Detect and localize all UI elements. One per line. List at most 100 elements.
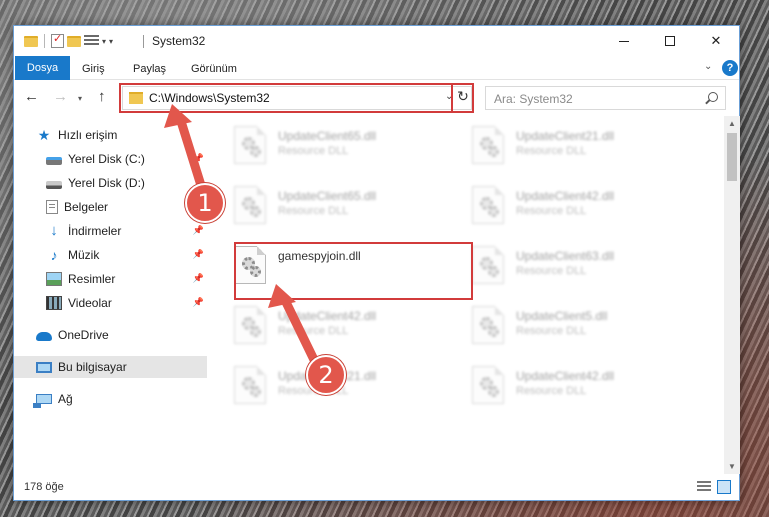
folder-icon[interactable] xyxy=(24,35,38,47)
file-item[interactable]: UpdateClient42.dll Resource DLL xyxy=(468,180,698,228)
help-icon[interactable]: ? xyxy=(722,60,738,76)
recent-locations-icon[interactable]: ▾ xyxy=(78,91,82,107)
search-placeholder: Ara: System32 xyxy=(494,92,573,106)
file-item[interactable]: UpdateClient63.dll Resource DLL xyxy=(468,240,698,288)
sidebar-item-network[interactable]: Ağ xyxy=(14,388,207,410)
refresh-icon[interactable]: ↻ xyxy=(455,87,471,105)
details-view-icon[interactable] xyxy=(697,481,711,493)
file-item[interactable]: UpdateClient5.dll Resource DLL xyxy=(468,300,698,348)
tab-file[interactable]: Dosya xyxy=(15,56,70,80)
sidebar-item-label: Hızlı erişim xyxy=(58,128,118,142)
back-arrow-icon[interactable]: ← xyxy=(24,89,39,105)
address-bar[interactable]: C:\Windows\System32 ⌄ xyxy=(122,86,472,110)
file-explorer-window: ▾ ▾ System32 ✕ Dosya Giriş Paylaş Görünü… xyxy=(13,25,740,501)
network-icon xyxy=(33,394,52,408)
star-icon: ★ xyxy=(37,127,51,143)
file-type: Resource DLL xyxy=(516,385,587,397)
sidebar-item-label: Bu bilgisayar xyxy=(58,360,127,374)
sidebar-item-quick-access[interactable]: ★ Hızlı erişim xyxy=(14,124,207,146)
file-name: UpdateClient21.dll xyxy=(516,129,615,143)
drive-icon xyxy=(46,180,62,189)
dll-file-icon xyxy=(472,366,504,404)
properties-icon[interactable] xyxy=(51,32,64,48)
sidebar-item-local-disk-d[interactable]: Yerel Disk (D:) xyxy=(14,172,207,194)
navigation-pane: ★ Hızlı erişim Yerel Disk (C:) 📌 Yerel D… xyxy=(14,116,207,474)
minimize-button[interactable] xyxy=(601,26,647,56)
expand-ribbon-icon[interactable]: ⌄ xyxy=(704,61,712,72)
up-arrow-icon[interactable]: ↑ xyxy=(98,89,106,105)
file-name: UpdateClient65.dll xyxy=(278,129,377,143)
sidebar-item-pictures[interactable]: Resimler 📌 xyxy=(14,268,207,290)
pin-icon[interactable]: 📌 xyxy=(193,297,204,308)
new-folder-icon[interactable] xyxy=(67,35,81,47)
view-icon[interactable] xyxy=(84,35,99,47)
dll-file-icon xyxy=(472,306,504,344)
dll-file-icon xyxy=(472,186,504,224)
vertical-scrollbar[interactable]: ▲ ▼ xyxy=(724,116,740,474)
sidebar-item-label: Belgeler xyxy=(64,200,109,214)
file-name: UpdateClient42.dll xyxy=(516,369,615,383)
search-box[interactable]: Ara: System32 xyxy=(485,86,726,110)
sidebar-item-local-disk-c[interactable]: Yerel Disk (C:) 📌 xyxy=(14,148,207,170)
forward-arrow-icon[interactable]: → xyxy=(53,89,68,105)
sidebar-item-label: Videolar xyxy=(68,296,112,310)
dll-file-icon xyxy=(472,126,504,164)
documents-icon xyxy=(46,200,58,214)
file-item-gamespyjoin[interactable]: gamespyjoin.dll xyxy=(230,240,460,288)
sidebar-item-label: Yerel Disk (D:) xyxy=(68,176,145,190)
address-dropdown-icon[interactable]: ⌄ xyxy=(445,91,453,102)
file-name: UpdateClient63.dll xyxy=(516,249,615,263)
pin-icon[interactable]: 📌 xyxy=(193,225,204,236)
scroll-up-icon[interactable]: ▲ xyxy=(728,119,736,128)
folder-icon xyxy=(129,92,143,104)
sidebar-item-documents[interactable]: Belgeler xyxy=(14,196,207,218)
sidebar-item-label: Resimler xyxy=(68,272,116,286)
item-count: 178 öğe xyxy=(24,481,64,493)
minimize-icon xyxy=(619,40,629,42)
scrollbar-thumb[interactable] xyxy=(727,133,737,181)
step-2-badge: 2 xyxy=(306,355,346,395)
file-name: UpdateClient65.dll xyxy=(278,189,377,203)
file-list: UpdateClient65.dll Resource DLL UpdateCl… xyxy=(208,116,724,474)
tab-home[interactable]: Giriş xyxy=(70,58,117,80)
chevron-down-icon[interactable]: ▾ xyxy=(102,37,106,46)
customize-toolbar-icon[interactable]: ▾ xyxy=(109,37,113,46)
video-icon xyxy=(46,296,62,310)
tiles-view-icon[interactable] xyxy=(717,480,731,494)
tab-share[interactable]: Paylaş xyxy=(121,58,178,80)
sidebar-item-downloads[interactable]: ↓ İndirmeler 📌 xyxy=(14,220,207,242)
file-item[interactable]: UpdateClient42.dll Resource DLL xyxy=(468,360,698,408)
dll-file-icon xyxy=(234,366,266,404)
file-type: Resource DLL xyxy=(516,325,587,337)
search-icon[interactable] xyxy=(708,92,718,102)
status-bar: 178 öğe xyxy=(14,474,739,500)
sidebar-item-label: Ağ xyxy=(58,392,73,406)
maximize-icon xyxy=(665,36,675,46)
dll-file-icon xyxy=(234,186,266,224)
sidebar-item-this-pc[interactable]: Bu bilgisayar xyxy=(14,356,207,378)
file-item[interactable]: UpdateClient42.dll Resource DLL xyxy=(230,300,460,348)
pictures-icon xyxy=(46,272,62,286)
sidebar-item-music[interactable]: ♪ Müzik 📌 xyxy=(14,244,207,266)
pin-icon[interactable]: 📌 xyxy=(193,249,204,260)
pin-icon[interactable]: 📌 xyxy=(193,273,204,284)
file-item[interactable]: UpdateClient21.dll Resource DLL xyxy=(230,360,460,408)
close-icon: ✕ xyxy=(710,33,722,48)
address-path[interactable]: C:\Windows\System32 xyxy=(149,91,270,105)
sidebar-item-videos[interactable]: Videolar 📌 xyxy=(14,292,207,314)
file-item[interactable]: UpdateClient65.dll Resource DLL xyxy=(230,180,460,228)
title-divider xyxy=(143,35,144,48)
maximize-button[interactable] xyxy=(647,26,693,56)
file-type: Resource DLL xyxy=(516,205,587,217)
pin-icon[interactable]: 📌 xyxy=(193,153,204,164)
file-name: UpdateClient42.dll xyxy=(278,309,377,323)
sidebar-item-label: Yerel Disk (C:) xyxy=(68,152,145,166)
close-button[interactable]: ✕ xyxy=(693,26,739,56)
tab-view[interactable]: Görünüm xyxy=(179,58,249,80)
music-icon: ♪ xyxy=(50,247,58,263)
sidebar-item-onedrive[interactable]: OneDrive xyxy=(14,324,207,346)
file-item[interactable]: UpdateClient65.dll Resource DLL xyxy=(230,120,460,168)
scroll-down-icon[interactable]: ▼ xyxy=(728,462,736,471)
file-item[interactable]: UpdateClient21.dll Resource DLL xyxy=(468,120,698,168)
dll-file-icon xyxy=(472,246,504,284)
